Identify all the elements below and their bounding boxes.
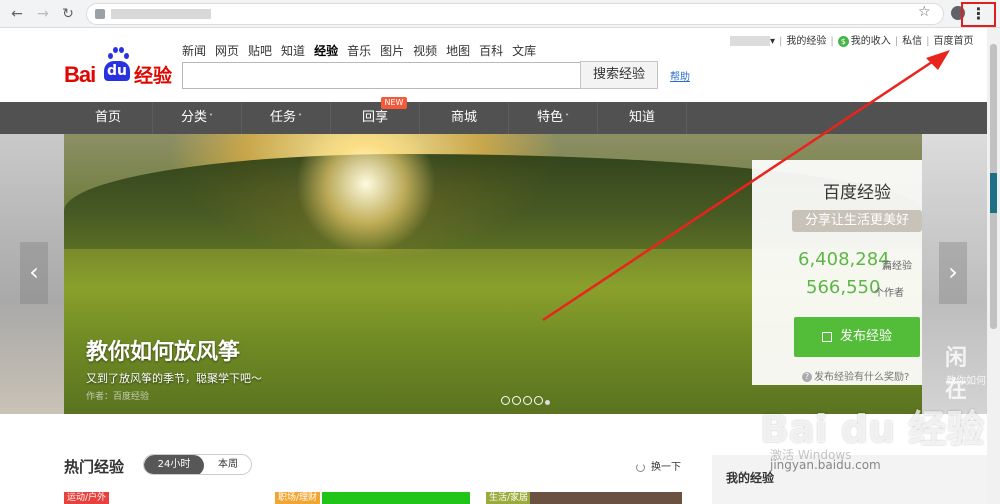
nav-link[interactable]: 视频 (413, 42, 437, 59)
username-blurred[interactable] (730, 36, 770, 46)
nav-link[interactable]: 文库 (512, 42, 536, 59)
banner-slide[interactable]: 教你如何放风筝 又到了放风筝的季节，聪聚学下吧～ 作者：百度经验 百度经验 分享… (64, 134, 922, 414)
thumbnail[interactable] (530, 492, 682, 504)
category-home[interactable]: 首页 (64, 102, 153, 134)
article-count-unit: 篇经验 (882, 261, 912, 272)
category-classify[interactable]: 分类 ˅ (153, 102, 242, 134)
next-slide-button[interactable]: › (939, 242, 967, 304)
bookmark-star-icon[interactable]: ☆ (918, 4, 931, 20)
slogan-ribbon: 分享让生活更美好 (792, 210, 922, 232)
url-text (111, 9, 211, 19)
user-dropdown-icon[interactable]: ▾ (770, 36, 775, 47)
stats-card: 百度经验 分享让生活更美好 6,408,284 篇经验 566,550 个作者 … (752, 160, 922, 385)
card-title: 百度经验 (823, 183, 891, 203)
browser-menu-button[interactable]: ⋮ (961, 2, 996, 27)
help-link[interactable]: 帮助 (670, 68, 690, 83)
tab-24h[interactable]: 24小时 (144, 455, 204, 474)
search-button[interactable]: 搜索经验 (580, 61, 658, 89)
address-bar[interactable] (86, 3, 944, 25)
category-zhidao[interactable]: 知道 (598, 102, 687, 134)
refresh-button[interactable]: 换一下 (636, 458, 681, 473)
nav-link-active[interactable]: 经验 (314, 42, 338, 59)
watermark-url: jingyan.baidu.com (770, 458, 881, 472)
author-count: 566,550 (806, 277, 881, 298)
nav-link[interactable]: 百科 (479, 42, 503, 59)
reward-info-link[interactable]: ? 发布经验有什么奖励? (802, 368, 909, 383)
logo-bai: Bai (64, 62, 96, 87)
banner-author: 作者：百度经验 (86, 392, 150, 402)
browser-toolbar: ← → ↻ ☆ ⋮ (0, 0, 1000, 28)
product-nav: 新闻 网页 贴吧 知道 经验 音乐 图片 视频 地图 百科 文库 (182, 42, 545, 59)
baidu-home-link[interactable]: 百度首页 (934, 36, 974, 47)
my-income-link[interactable]: 我的收入 (851, 36, 891, 47)
new-badge: NEW (381, 97, 407, 109)
nav-link[interactable]: 网页 (215, 42, 239, 59)
carousel-dot-active[interactable] (545, 400, 550, 405)
carousel-dot[interactable] (501, 396, 510, 405)
prev-slide-button[interactable]: ‹ (20, 242, 48, 304)
question-icon: ? (802, 372, 812, 382)
banner-carousel: 闲在 教你如何 教你如何放风筝 又到了放风筝的季节，聪聚学下吧～ 作者：百度经验… (0, 134, 987, 414)
refresh-icon (636, 462, 645, 472)
hot-section-title: 热门经验 (64, 458, 125, 476)
tab-week[interactable]: 本周 (208, 455, 248, 474)
baidu-watermark: Bai du 经验 (760, 407, 985, 451)
carousel-dot[interactable] (523, 396, 532, 405)
thumbnail[interactable] (322, 492, 470, 504)
category-tasks[interactable]: 任务 ˅ (242, 102, 331, 134)
nav-link[interactable]: 知道 (281, 42, 305, 59)
user-bar: ▾ | 我的经验 | $ 我的收入 | 私信 | 百度首页 (730, 32, 974, 47)
category-tag[interactable]: 运动/户外 (64, 492, 110, 504)
search-input[interactable] (182, 62, 582, 89)
publish-experience-button[interactable]: 发布经验 (794, 317, 920, 357)
forward-button[interactable]: → (34, 5, 52, 23)
category-tag[interactable]: 生活/家居 (486, 492, 532, 504)
nav-link[interactable]: 图片 (380, 42, 404, 59)
nav-link[interactable]: 音乐 (347, 42, 371, 59)
author-count-unit: 个作者 (874, 288, 904, 299)
logo-du: du (104, 61, 130, 81)
nav-link[interactable]: 贴吧 (248, 42, 272, 59)
nav-link[interactable]: 新闻 (182, 42, 206, 59)
chevron-down-icon: ˅ (565, 113, 569, 122)
my-experience-title: 我的经验 (726, 471, 775, 485)
article-count: 6,408,284 (798, 249, 890, 270)
back-button[interactable]: ← (8, 5, 26, 23)
carousel-dots (501, 394, 552, 408)
my-experience-link[interactable]: 我的经验 (786, 36, 826, 47)
logo-jingyan: 经验 (134, 65, 173, 87)
category-tag[interactable]: 职场/理财 (275, 492, 321, 504)
banner-title[interactable]: 教你如何放风筝 (86, 334, 240, 366)
chevron-down-icon: ˅ (209, 113, 213, 122)
nav-link[interactable]: 地图 (446, 42, 470, 59)
carousel-dot[interactable] (534, 396, 543, 405)
page-scrollbar[interactable] (987, 28, 1000, 504)
paw-icon (108, 47, 129, 61)
banner-subtitle: 又到了放风筝的季节，聪聚学下吧～ (86, 372, 262, 385)
messages-link[interactable]: 私信 (902, 36, 922, 47)
coin-icon: $ (837, 35, 849, 47)
category-bar: 首页 分类 ˅ 任务 ˅ 回享 商城 特色 ˅ 知道 (0, 102, 987, 134)
edit-icon (821, 331, 832, 342)
chevron-down-icon: ˅ (298, 113, 302, 122)
baidu-jingyan-logo[interactable]: Bai du 经验 (64, 47, 172, 87)
next-slide-subtitle: 教你如何 (946, 376, 986, 387)
scrollbar-marker (990, 173, 997, 213)
carousel-dot[interactable] (512, 396, 521, 405)
category-featured[interactable]: 特色 ˅ (509, 102, 598, 134)
category-mall[interactable]: 商城 (420, 102, 509, 134)
time-range-toggle: 24小时 本周 (143, 454, 252, 475)
site-info-icon[interactable] (95, 9, 105, 19)
reload-button[interactable]: ↻ (59, 5, 77, 23)
